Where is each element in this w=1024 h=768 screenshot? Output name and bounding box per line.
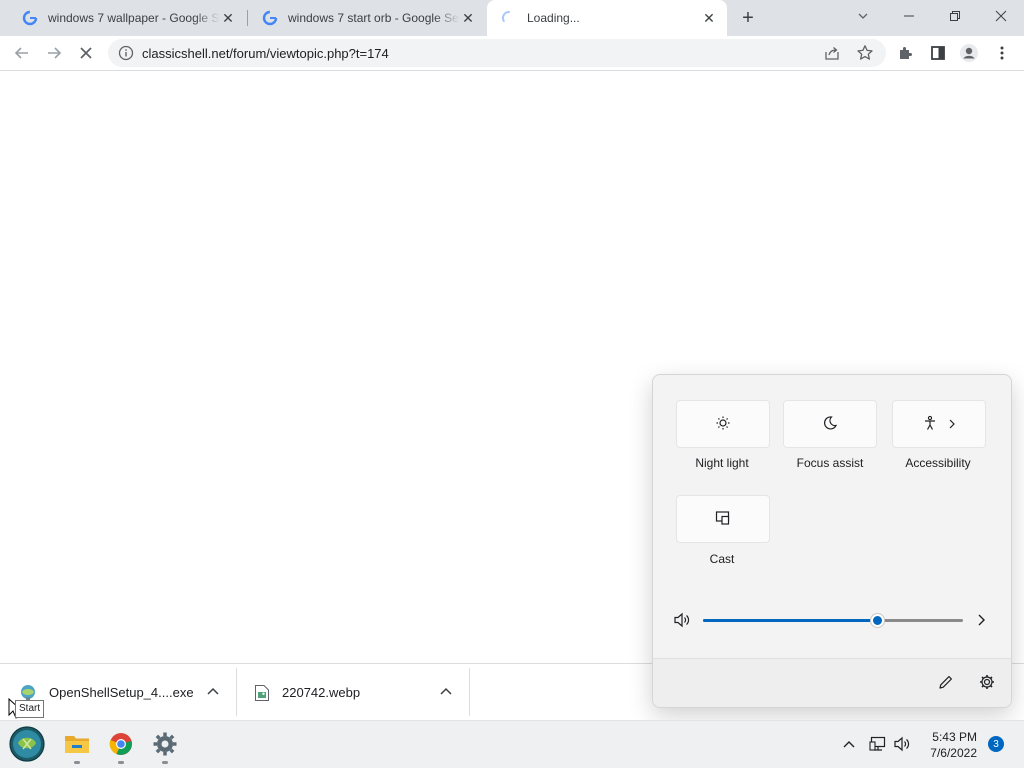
tab-loading[interactable]: Loading... ✕: [487, 0, 727, 36]
tab-strip: windows 7 wallpaper - Google Search ✕ wi…: [0, 0, 1024, 36]
moon-icon: [822, 415, 838, 434]
running-indicator: [118, 761, 124, 764]
clock-date: 7/6/2022: [930, 746, 977, 760]
taskbar-file-explorer[interactable]: [57, 725, 97, 765]
focus-assist-label: Focus assist: [796, 456, 864, 470]
google-favicon-icon: [262, 10, 278, 26]
running-indicator: [74, 761, 80, 764]
address-bar[interactable]: classicshell.net/forum/viewtopic.php?t=1…: [108, 39, 886, 67]
tab-windows-7-wallpaper[interactable]: windows 7 wallpaper - Google Search ✕: [8, 0, 246, 36]
site-info-icon[interactable]: [118, 45, 134, 64]
folder-icon: [64, 733, 90, 758]
close-window-icon[interactable]: [978, 0, 1024, 32]
download-filename: 220742.webp: [282, 685, 361, 700]
tab-title: windows 7 start orb - Google Search: [288, 11, 460, 25]
close-tab-icon[interactable]: ✕: [460, 10, 476, 26]
extensions-puzzle-icon[interactable]: [892, 39, 920, 67]
tab-title: Loading...: [527, 11, 580, 25]
tab-title: windows 7 wallpaper - Google Search: [48, 11, 220, 25]
close-tab-icon[interactable]: ✕: [701, 10, 717, 26]
side-panel-icon[interactable]: [924, 39, 952, 67]
tab-windows-7-start-orb[interactable]: windows 7 start orb - Google Search ✕: [248, 0, 486, 36]
loading-spinner-icon: [501, 10, 517, 26]
restore-icon[interactable]: [932, 0, 978, 32]
back-arrow-icon[interactable]: [8, 39, 36, 67]
focus-assist-toggle[interactable]: [783, 400, 877, 448]
notification-count-badge[interactable]: 3: [988, 736, 1004, 752]
accessibility-icon: [922, 415, 938, 434]
quick-settings-footer: [653, 658, 1011, 707]
taskbar-settings[interactable]: [145, 725, 185, 765]
taskbar: 5:43 PM 7/6/2022: [0, 720, 1024, 768]
chrome-icon: [109, 732, 133, 759]
google-favicon-icon: [22, 10, 38, 26]
cast-icon: [715, 510, 731, 529]
volume-slider-thumb[interactable]: [871, 614, 885, 627]
edit-pencil-icon[interactable]: [937, 673, 955, 694]
accessibility-toggle[interactable]: [892, 400, 986, 448]
speaker-icon[interactable]: [673, 612, 691, 631]
close-tab-icon[interactable]: ✕: [220, 10, 236, 26]
start-orb-icon: [9, 725, 45, 765]
network-icon[interactable]: [869, 736, 887, 755]
chevron-up-icon[interactable]: [439, 685, 453, 702]
browser-toolbar: classicshell.net/forum/viewtopic.php?t=1…: [0, 36, 1024, 71]
minimize-icon[interactable]: [886, 0, 932, 32]
volume-tray-icon[interactable]: [893, 736, 913, 755]
taskbar-start-button[interactable]: [7, 725, 47, 765]
chevron-up-icon[interactable]: [206, 685, 220, 702]
url-text[interactable]: classicshell.net/forum/viewtopic.php?t=1…: [142, 46, 389, 61]
profile-avatar-icon[interactable]: [955, 39, 983, 67]
volume-slider[interactable]: [703, 614, 963, 627]
chevron-right-icon[interactable]: [976, 613, 986, 630]
cast-label: Cast: [709, 552, 735, 566]
forward-arrow-icon[interactable]: [40, 39, 68, 67]
quick-settings-flyout: Night light Focus assist Accessibility C…: [652, 374, 1012, 708]
download-divider: [469, 668, 470, 716]
download-item-webp[interactable]: 220742.webp: [237, 664, 469, 721]
brightness-icon: [715, 415, 731, 434]
tab-search-chevron-icon[interactable]: [840, 0, 886, 32]
clock-time: 5:43 PM: [932, 730, 977, 744]
volume-slider-fill: [703, 619, 878, 622]
image-file-icon: [254, 684, 270, 702]
settings-gear-icon[interactable]: [978, 673, 996, 694]
menu-kebab-icon[interactable]: [988, 39, 1016, 67]
running-indicator: [162, 761, 168, 764]
download-filename: OpenShellSetup_4....exe: [49, 685, 194, 700]
start-tooltip: Start: [15, 700, 45, 718]
taskbar-chrome[interactable]: [101, 725, 141, 765]
new-tab-button[interactable]: +: [736, 6, 760, 30]
stop-loading-icon[interactable]: [72, 39, 100, 67]
accessibility-label: Accessibility: [905, 456, 971, 470]
chevron-right-icon[interactable]: [948, 417, 956, 432]
cast-toggle[interactable]: [676, 495, 770, 543]
share-icon[interactable]: [824, 45, 840, 64]
show-hidden-icons-chevron-icon[interactable]: [842, 738, 856, 753]
settings-gear-icon: [152, 731, 178, 760]
night-light-label: Night light: [695, 456, 749, 470]
bookmark-star-icon[interactable]: [856, 44, 874, 65]
taskbar-clock[interactable]: 5:43 PM 7/6/2022: [930, 729, 977, 761]
night-light-toggle[interactable]: [676, 400, 770, 448]
